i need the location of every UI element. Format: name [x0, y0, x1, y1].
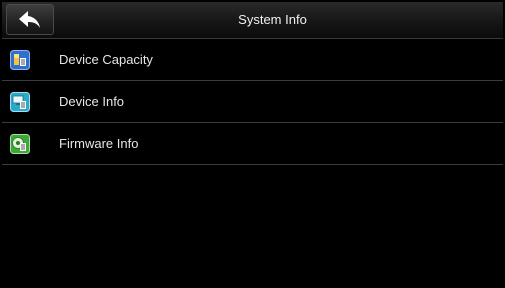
menu-item-firmware-info[interactable]: Firmware Info — [2, 123, 503, 165]
menu-item-device-capacity[interactable]: Device Capacity — [2, 39, 503, 81]
menu-list: Device Capacity Device Info Firmware Inf… — [2, 39, 503, 165]
menu-item-label: Firmware Info — [59, 136, 139, 151]
device-capacity-icon — [10, 49, 30, 70]
screen: System Info Device Capacity Device Info … — [2, 2, 503, 286]
page-title: System Info — [238, 12, 307, 27]
menu-item-label: Device Info — [59, 94, 125, 109]
menu-item-label: Device Capacity — [59, 52, 153, 67]
firmware-info-icon — [10, 133, 30, 154]
menu-item-device-info[interactable]: Device Info — [2, 81, 503, 123]
device-info-icon — [10, 91, 30, 112]
title-bar: System Info — [2, 2, 503, 39]
